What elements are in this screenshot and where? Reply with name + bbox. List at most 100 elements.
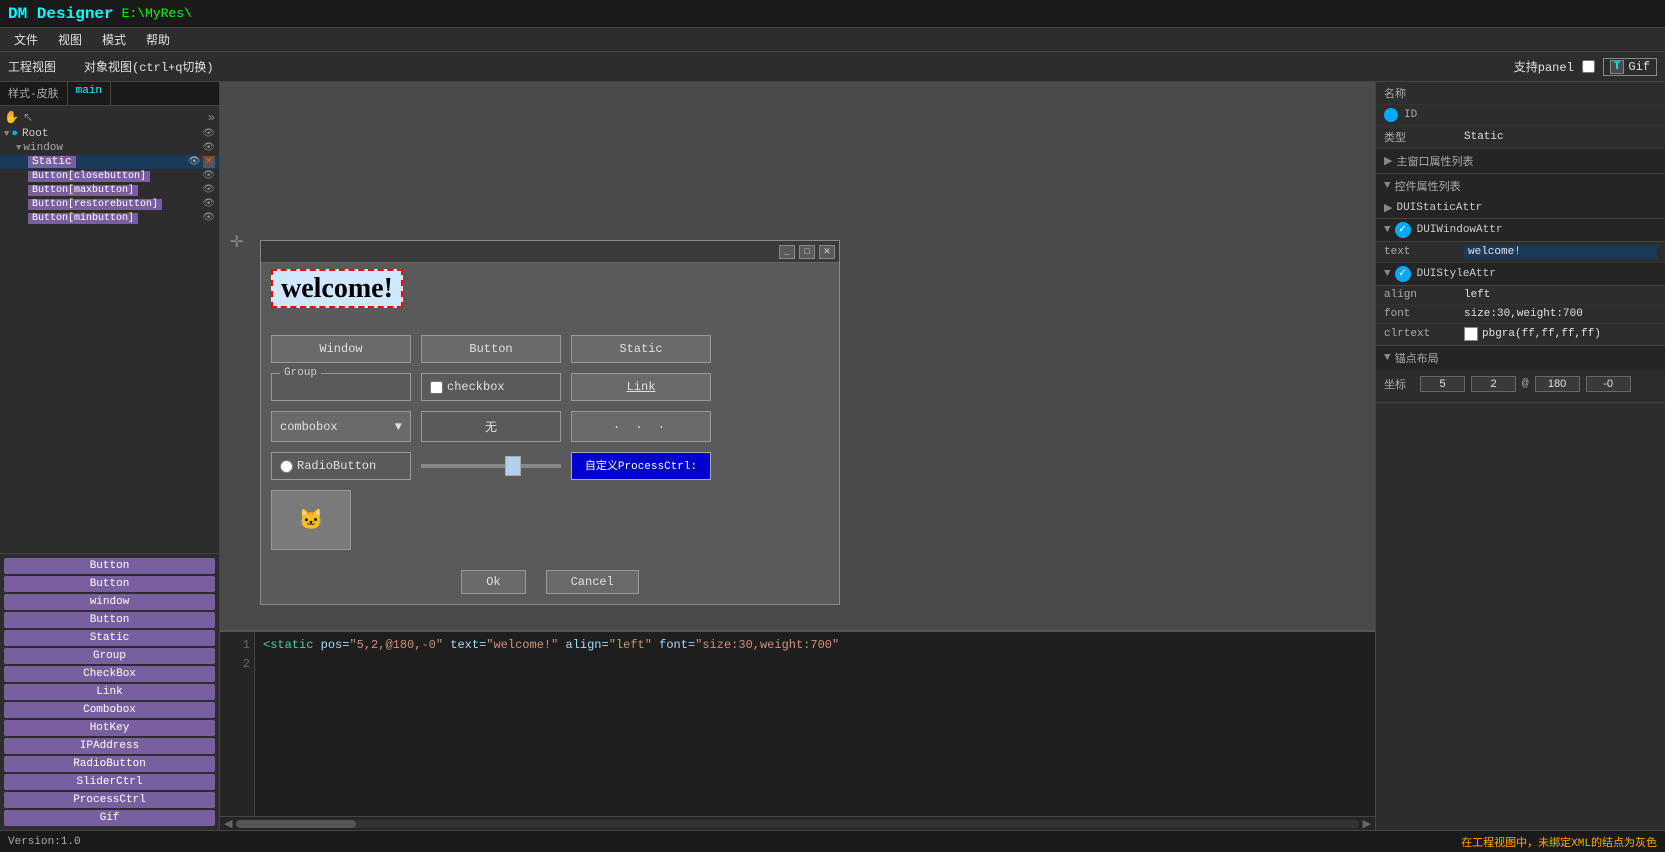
- tree-node-restorebutton[interactable]: Button[restorebutton] 👁: [0, 197, 219, 211]
- cancel-button[interactable]: Cancel: [546, 570, 639, 594]
- coord-h[interactable]: [1586, 376, 1631, 392]
- panel-checkbox[interactable]: [1582, 60, 1595, 73]
- coord-y[interactable]: [1471, 376, 1516, 392]
- widget-button[interactable]: Button: [421, 335, 561, 363]
- dui-static-attr-header[interactable]: ▶ DUIStaticAttr: [1376, 198, 1665, 219]
- close-btn[interactable]: ✕: [819, 245, 835, 259]
- comp-button-2[interactable]: Button: [4, 576, 215, 592]
- dui-window-attr-header[interactable]: ▼ ✓ DUIWindowAttr: [1376, 219, 1665, 242]
- ok-button[interactable]: Ok: [461, 570, 525, 594]
- anchor-row: 坐标 @: [1384, 376, 1657, 392]
- coord-x[interactable]: [1420, 376, 1465, 392]
- eye-window[interactable]: 👁: [202, 142, 215, 154]
- at-symbol: @: [1522, 378, 1529, 390]
- comp-processctrl[interactable]: ProcessCtrl: [4, 792, 215, 808]
- menu-file[interactable]: 文件: [4, 29, 48, 50]
- move-handle[interactable]: ✛: [230, 232, 243, 252]
- color-swatch[interactable]: [1464, 327, 1478, 341]
- anchor-layout-header[interactable]: ▼ 锚点布局: [1376, 346, 1665, 370]
- eye-restore[interactable]: 👁: [202, 198, 215, 210]
- eye-static[interactable]: 👁 ✕: [188, 156, 215, 168]
- widget-link[interactable]: Link: [571, 373, 711, 401]
- toolbar: 工程视图 对象视图(ctrl+q切换) 支持panel T Gif: [0, 52, 1665, 82]
- comp-button-3[interactable]: Button: [4, 612, 215, 628]
- eye-close[interactable]: 👁: [202, 170, 215, 182]
- tree-node-root[interactable]: ▼ ● Root 👁: [0, 127, 219, 141]
- prop-id-label: ID: [1404, 109, 1484, 121]
- widget-combo[interactable]: combobox ▼: [271, 411, 411, 442]
- code-editor: 1 2 <static pos="5,2,@180,-0" text="welc…: [220, 630, 1375, 830]
- widget-dots: . . .: [571, 411, 711, 442]
- tree-node-minbutton[interactable]: Button[minbutton] 👁: [0, 211, 219, 225]
- hand-icon[interactable]: ✋: [4, 110, 19, 125]
- comp-static[interactable]: Static: [4, 630, 215, 646]
- slider-track[interactable]: [421, 464, 561, 468]
- widget-slider[interactable]: [421, 452, 561, 480]
- minimize-btn[interactable]: _: [779, 245, 795, 259]
- control-props-title: 控件属性列表: [1395, 178, 1461, 194]
- welcome-text-container: welcome!: [271, 273, 403, 305]
- main-window-title: 主窗口属性列表: [1396, 153, 1473, 169]
- widget-process: 自定义ProcessCtrl:: [571, 452, 711, 480]
- text-gif-icon: T: [1610, 60, 1625, 74]
- radio-input[interactable]: [280, 460, 293, 473]
- code-text-area[interactable]: <static pos="5,2,@180,-0" text="welcome!…: [255, 632, 1375, 816]
- prop-type-row: 类型 Static: [1376, 126, 1665, 149]
- prop-font-value: size:30,weight:700: [1464, 308, 1657, 320]
- dui-window-toggle[interactable]: ✓: [1395, 222, 1411, 238]
- welcome-text[interactable]: welcome!: [271, 269, 403, 308]
- prop-text-value[interactable]: welcome!: [1464, 245, 1657, 259]
- tree-node-static[interactable]: Static 👁 ✕: [0, 155, 219, 169]
- prop-name-label: 名称: [1384, 85, 1464, 101]
- comp-link[interactable]: Link: [4, 684, 215, 700]
- comp-checkbox[interactable]: CheckBox: [4, 666, 215, 682]
- id-icon: [1384, 108, 1398, 122]
- comp-window[interactable]: window: [4, 594, 215, 610]
- main-layout: 样式-皮肤 main ✋ ↖ » ▼ ● Root 👁 ▼: [0, 82, 1665, 830]
- comp-sliderctrl[interactable]: SliderCtrl: [4, 774, 215, 790]
- tree-node-window[interactable]: ▼ window 👁: [0, 141, 219, 155]
- eye-max[interactable]: 👁: [202, 184, 215, 196]
- app-path: E:\MyRes\: [122, 6, 192, 21]
- gif-toolbar: T Gif: [1603, 58, 1657, 76]
- prop-clrtext-label: clrtext: [1384, 328, 1464, 340]
- menu-mode[interactable]: 模式: [92, 29, 136, 50]
- comp-ipaddress[interactable]: IPAddress: [4, 738, 215, 754]
- coord-w[interactable]: [1535, 376, 1580, 392]
- scroll-thumb[interactable]: [236, 820, 356, 828]
- dui-style-attr-header[interactable]: ▼ ✓ DUIStyleAttr: [1376, 263, 1665, 286]
- comp-button-1[interactable]: Button: [4, 558, 215, 574]
- widget-radio[interactable]: RadioButton: [271, 452, 411, 480]
- tree-node-maxbutton[interactable]: Button[maxbutton] 👁: [0, 183, 219, 197]
- prop-type-label: 类型: [1384, 129, 1464, 145]
- dui-style-toggle[interactable]: ✓: [1395, 266, 1411, 282]
- widget-checkbox[interactable]: checkbox: [421, 373, 561, 401]
- canvas-area: ✛ _ □ ✕ welcome!: [220, 82, 1375, 630]
- comp-radiobutton[interactable]: RadioButton: [4, 756, 215, 772]
- maximize-btn[interactable]: □: [799, 245, 815, 259]
- menu-view[interactable]: 视图: [48, 29, 92, 50]
- tab-main[interactable]: main: [68, 82, 111, 105]
- main-window-props-header[interactable]: ▶ 主窗口属性列表: [1376, 149, 1665, 173]
- title-bar: DM Designer E:\MyRes\: [0, 0, 1665, 28]
- comp-combobox[interactable]: Combobox: [4, 702, 215, 718]
- widget-window[interactable]: Window: [271, 335, 411, 363]
- checkbox-input[interactable]: [430, 381, 443, 394]
- scroll-track[interactable]: [236, 820, 1358, 828]
- version-label: Version:1.0: [8, 836, 81, 848]
- eye-min[interactable]: 👁: [202, 212, 215, 224]
- expand-icon[interactable]: »: [208, 111, 215, 125]
- comp-group[interactable]: Group: [4, 648, 215, 664]
- comp-hotkey[interactable]: HotKey: [4, 720, 215, 736]
- tree-node-closebutton[interactable]: Button[closebutton] 👁: [0, 169, 219, 183]
- slider-thumb[interactable]: [505, 456, 521, 476]
- control-props-header[interactable]: ▼ 控件属性列表: [1376, 174, 1665, 198]
- tab-skin[interactable]: 样式-皮肤: [0, 82, 68, 105]
- comp-gif[interactable]: Gif: [4, 810, 215, 826]
- pointer-icon[interactable]: ↖: [23, 110, 33, 125]
- main-window-props: ▶ 主窗口属性列表: [1376, 149, 1665, 174]
- menu-help[interactable]: 帮助: [136, 29, 180, 50]
- prop-font-row: font size:30,weight:700: [1376, 305, 1665, 324]
- code-scrollbar[interactable]: ◀ ▶: [220, 816, 1375, 830]
- eye-root[interactable]: 👁: [202, 128, 215, 140]
